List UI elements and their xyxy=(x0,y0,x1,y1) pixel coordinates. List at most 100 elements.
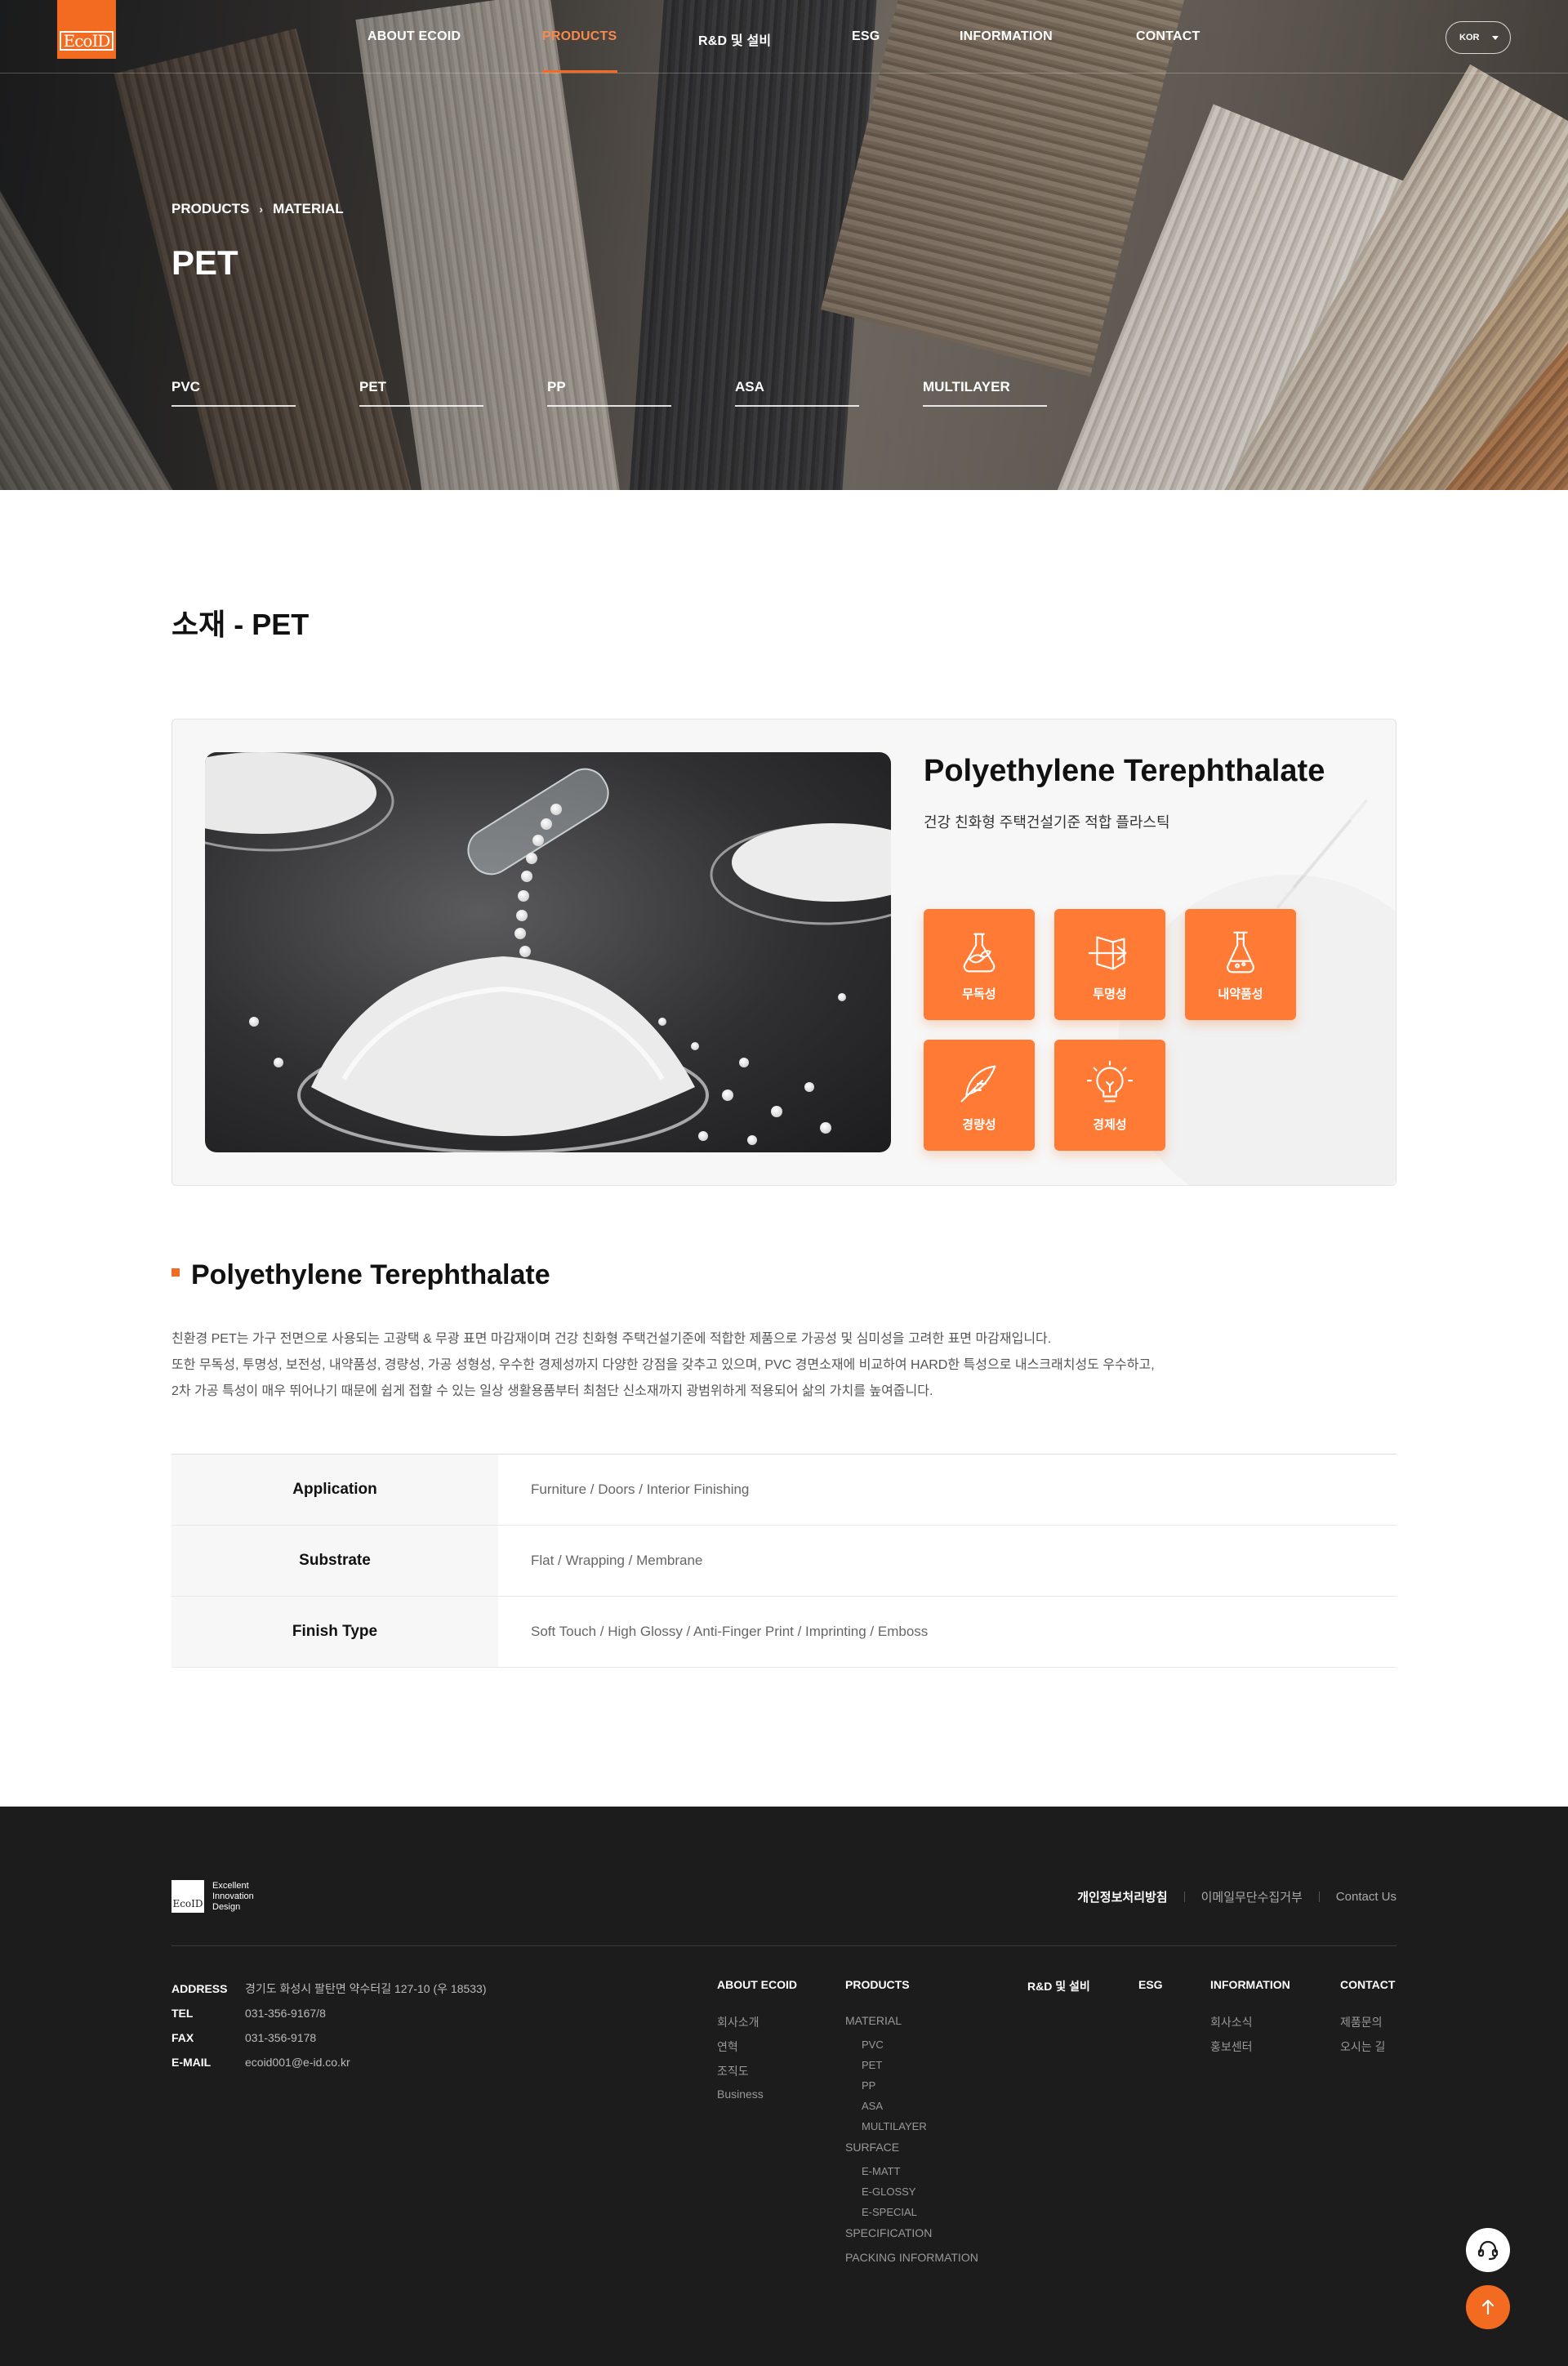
product-card: Polyethylene Terephthalate 건강 친화형 주택건설기준… xyxy=(172,719,1396,1186)
breadcrumb: PRODUCTS › MATERIAL xyxy=(172,201,344,217)
spec-label: Substrate xyxy=(172,1526,498,1596)
nav-information[interactable]: INFORMATION xyxy=(960,29,1053,44)
sitemap-link[interactable]: 연혁 xyxy=(717,2039,797,2063)
nav-about-ecoid[interactable]: ABOUT ECOID xyxy=(368,29,461,44)
sitemap-contact: CONTACT 제품문의 오시는 길 xyxy=(1340,1978,1395,2063)
info-row: ADDRESS 경기도 화성시 팔탄면 약수터길 127-10 (우 18533… xyxy=(172,1976,487,2001)
sitemap-sublink[interactable]: MULTILAYER xyxy=(845,2120,978,2141)
info-key: ADDRESS xyxy=(172,1982,228,1995)
description-line: 또한 무독성, 투명성, 보전성, 내약품성, 경량성, 가공 성형성, 우수한… xyxy=(172,1358,1155,1372)
info-value: 031-356-9167/8 xyxy=(245,2007,326,2020)
sitemap-link[interactable]: 제품문의 xyxy=(1340,2014,1395,2039)
sitemap-link[interactable]: MATERIAL xyxy=(845,2014,978,2039)
chemical-flask-icon xyxy=(1227,931,1254,973)
feature-label: 무독성 xyxy=(962,987,996,1001)
description-line: 2차 가공 특성이 매우 뛰어나기 때문에 쉽게 접할 수 있는 일상 생활용품… xyxy=(172,1384,933,1398)
spec-table: Application Furniture / Doors / Interior… xyxy=(172,1454,1396,1668)
nav-contact[interactable]: CONTACT xyxy=(1136,29,1200,44)
divider xyxy=(1183,1891,1185,1902)
subnav-multilayer[interactable]: MULTILAYER xyxy=(923,379,1047,407)
footer-logo[interactable]: EcoID Excellent Innovation Design xyxy=(172,1880,254,1913)
sitemap-sublink[interactable]: E-GLOSSY xyxy=(845,2186,978,2206)
info-value: 031-356-9178 xyxy=(245,2031,317,2044)
section-title: 소재 - PET xyxy=(172,608,310,641)
footer-tagline: Excellent Innovation Design xyxy=(212,1881,254,1913)
product-description: 친환경 PET는 가구 전면으로 사용되는 고광택 & 무광 표면 마감재이며 … xyxy=(172,1326,1315,1405)
sitemap-link[interactable]: 회사소식 xyxy=(1210,2014,1290,2039)
info-key: TEL xyxy=(172,2007,194,2020)
divider xyxy=(1318,1891,1320,1902)
pet-pellets-illustration xyxy=(205,752,891,1152)
info-row: FAX 031-356-9178 xyxy=(172,2025,487,2050)
sitemap-sublink[interactable]: PET xyxy=(845,2059,978,2079)
sitemap-link[interactable]: 홍보센터 xyxy=(1210,2039,1290,2063)
sitemap-sublink[interactable]: E-MATT xyxy=(845,2165,978,2186)
subnav-pet[interactable]: PET xyxy=(359,379,483,407)
sitemap-heading[interactable]: ESG xyxy=(1138,1978,1163,1991)
feature-economy: 경제성 xyxy=(1054,1040,1165,1151)
sitemap-sublink[interactable]: E-SPECIAL xyxy=(845,2206,978,2226)
feature-label: 내약품성 xyxy=(1218,987,1263,1001)
subnav-asa[interactable]: ASA xyxy=(735,379,859,407)
sitemap-link[interactable]: 오시는 길 xyxy=(1340,2039,1395,2063)
transparency-arrow-icon xyxy=(1088,936,1127,969)
sitemap-heading[interactable]: ABOUT ECOID xyxy=(717,1978,797,1991)
info-row: E-MAIL ecoid001@e-id.co.kr xyxy=(172,2050,487,2074)
nav-rnd[interactable]: R&D 및 설비 xyxy=(698,29,771,49)
sitemap-heading[interactable]: PRODUCTS xyxy=(845,1978,978,1991)
company-info: ADDRESS 경기도 화성시 팔탄면 약수터길 127-10 (우 18533… xyxy=(172,1976,487,2074)
nav-esg[interactable]: ESG xyxy=(852,29,880,44)
nav-products[interactable]: PRODUCTS xyxy=(542,29,617,44)
sitemap-sublink[interactable]: ASA xyxy=(845,2100,978,2120)
table-row: Substrate Flat / Wrapping / Membrane xyxy=(172,1526,1396,1597)
sitemap-rnd: R&D 및 설비 xyxy=(1027,1978,1090,2017)
language-label: KOR xyxy=(1459,33,1480,42)
arrow-up-icon xyxy=(1481,2299,1494,2315)
nav-active-indicator xyxy=(542,70,617,73)
site-footer: EcoID Excellent Innovation Design 개인정보처리… xyxy=(0,1807,1568,2366)
subnav-pvc[interactable]: PVC xyxy=(172,379,296,407)
breadcrumb-item[interactable]: PRODUCTS xyxy=(172,201,249,217)
feature-label: 투명성 xyxy=(1093,987,1127,1001)
feature-label: 경량성 xyxy=(962,1117,996,1132)
product-image xyxy=(205,752,891,1152)
feature-non-toxic: 무독성 xyxy=(924,909,1035,1020)
info-row: TEL 031-356-9167/8 xyxy=(172,2001,487,2025)
sitemap-link[interactable]: SURFACE xyxy=(845,2141,978,2165)
subnav-pp[interactable]: PP xyxy=(547,379,671,407)
sitemap-link[interactable]: Business xyxy=(717,2088,797,2112)
sitemap-link[interactable]: SPECIFICATION xyxy=(845,2226,978,2251)
info-key: FAX xyxy=(172,2031,194,2044)
sitemap-sublink[interactable]: PVC xyxy=(845,2039,978,2059)
sitemap-link[interactable]: PACKING INFORMATION xyxy=(845,2251,978,2275)
info-value: 경기도 화성시 팔탄면 약수터길 127-10 (우 18533) xyxy=(245,1982,487,1995)
table-row: Finish Type Soft Touch / High Glossy / A… xyxy=(172,1597,1396,1668)
feature-lightweight: 경량성 xyxy=(924,1040,1035,1151)
bullet-square-icon xyxy=(172,1268,180,1277)
chevron-down-icon xyxy=(1492,35,1499,40)
flask-leaf-icon xyxy=(963,933,996,972)
sitemap-information: INFORMATION 회사소식 홍보센터 xyxy=(1210,1978,1290,2063)
detail-title: Polyethylene Terephthalate xyxy=(172,1259,550,1291)
scroll-top-button[interactable] xyxy=(1466,2285,1510,2329)
language-selector[interactable]: KOR xyxy=(1446,21,1511,54)
main-navigation: ABOUT ECOID PRODUCTS R&D 및 설비 ESG INFORM… xyxy=(0,0,1568,74)
contact-us-link[interactable]: Contact Us xyxy=(1336,1890,1396,1904)
lightbulb-icon xyxy=(1086,1060,1134,1102)
page-title: PET xyxy=(172,243,238,282)
customer-support-button[interactable] xyxy=(1466,2228,1510,2272)
spec-value: Furniture / Doors / Interior Finishing xyxy=(531,1482,750,1497)
breadcrumb-item[interactable]: MATERIAL xyxy=(273,201,344,217)
spec-label: Application xyxy=(172,1455,498,1525)
sitemap-sublink[interactable]: PP xyxy=(845,2079,978,2100)
feature-label: 경제성 xyxy=(1093,1117,1127,1132)
sitemap-heading[interactable]: INFORMATION xyxy=(1210,1978,1290,1991)
description-line: 친환경 PET는 가구 전면으로 사용되는 고광택 & 무광 표면 마감재이며 … xyxy=(172,1332,1052,1346)
privacy-policy-link[interactable]: 개인정보처리방침 xyxy=(1077,1888,1167,1905)
sitemap-heading[interactable]: R&D 및 설비 xyxy=(1027,1978,1090,1994)
sitemap-esg: ESG xyxy=(1138,1978,1163,2014)
email-refusal-link[interactable]: 이메일무단수집거부 xyxy=(1201,1888,1303,1905)
sitemap-link[interactable]: 회사소개 xyxy=(717,2014,797,2039)
sitemap-heading[interactable]: CONTACT xyxy=(1340,1978,1395,1991)
sitemap-link[interactable]: 조직도 xyxy=(717,2063,797,2088)
